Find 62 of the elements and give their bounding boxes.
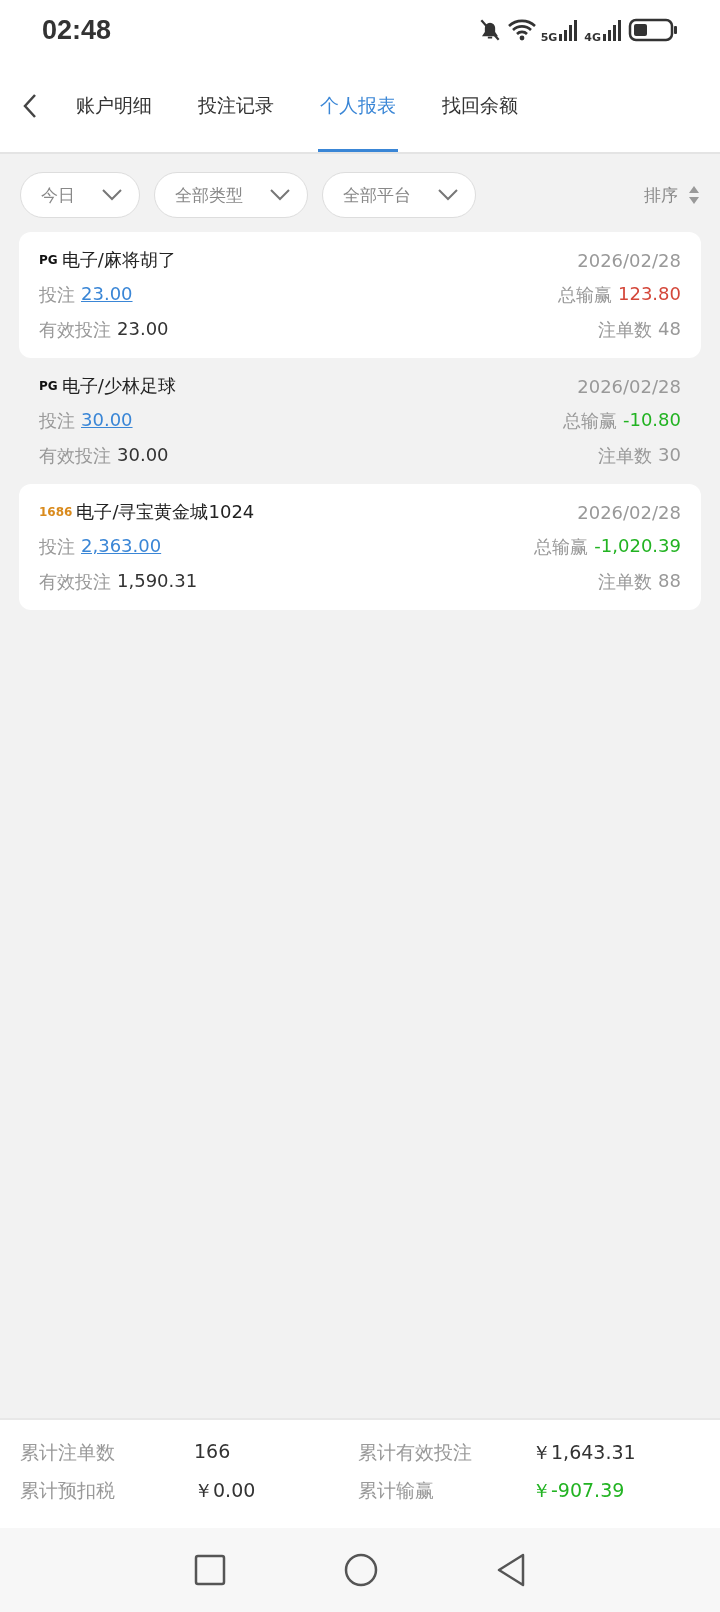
filter-dropdown[interactable]: 全部类型 (154, 172, 308, 218)
winloss-amount: -1,020.39 (594, 535, 681, 558)
bet-label: 投注 (39, 283, 75, 307)
tab[interactable]: 账户明细 (74, 60, 154, 152)
network-label: 4G (584, 30, 601, 44)
wifi-icon (506, 18, 537, 42)
sort-icon (688, 185, 700, 205)
summary-label: 累计预扣税 (20, 1478, 116, 1503)
sort-button[interactable]: 排序 (644, 183, 700, 207)
valid-bet-label: 有效投注 (39, 444, 111, 468)
game-title: 电子/寻宝黄金城1024 (76, 500, 255, 524)
filter-dropdown[interactable]: 今日 (20, 172, 140, 218)
summary-label: 累计输赢 (358, 1478, 435, 1503)
winloss-label: 总输赢 (562, 409, 617, 433)
signal-icon (602, 18, 624, 42)
network-label: 5G (540, 30, 558, 44)
winloss-label: 总输赢 (534, 535, 589, 559)
home-nav-icon[interactable] (344, 1553, 378, 1587)
status-time: 02:48 (42, 14, 112, 46)
square-nav-icon[interactable] (194, 1554, 226, 1586)
winloss-amount: 123.80 (618, 283, 681, 306)
valid-bet-label: 有效投注 (39, 318, 111, 342)
summary-label: 累计有效投注 (358, 1440, 473, 1465)
bet-count: 48 (658, 318, 681, 341)
chevron-down-icon (437, 188, 459, 202)
bet-label: 投注 (39, 535, 75, 559)
platform-logo: 1686 (39, 505, 73, 519)
game-title: 电子/麻将胡了 (61, 248, 176, 272)
bet-label: 投注 (39, 409, 75, 433)
platform-logo: PG (39, 379, 58, 393)
winloss-label: 总输赢 (558, 283, 612, 307)
summary-label: 累计注单数 (20, 1440, 116, 1465)
platform-logo: PG (39, 253, 58, 267)
bet-count: 30 (658, 444, 681, 467)
valid-bet-label: 有效投注 (39, 570, 111, 594)
record-date: 2026/02/28 (577, 501, 681, 523)
bet-count-label: 注单数 (598, 318, 653, 342)
winloss-amount: -10.80 (622, 409, 681, 432)
valid-bet-amount: 30.00 (117, 444, 169, 467)
summary-value: ￥1,643.31 (532, 1440, 636, 1465)
chevron-down-icon (101, 188, 123, 202)
bet-count-label: 注单数 (598, 570, 653, 594)
record-date: 2026/02/28 (577, 249, 681, 271)
battery-icon (628, 17, 678, 43)
bet-amount-link[interactable]: 2,363.00 (81, 535, 162, 559)
valid-bet-amount: 1,590.31 (117, 570, 198, 593)
summary-value: 166 (194, 1440, 231, 1464)
summary-value: ￥0.00 (194, 1478, 256, 1503)
bet-count-label: 注单数 (598, 444, 653, 468)
tab[interactable]: 个人报表 (318, 60, 398, 152)
filter-dropdown[interactable]: 全部平台 (322, 172, 476, 218)
summary-value: ￥-907.39 (532, 1478, 625, 1503)
tab[interactable]: 找回余额 (440, 60, 520, 152)
tab[interactable]: 投注记录 (196, 60, 276, 152)
back-nav-icon[interactable] (496, 1553, 526, 1587)
record-date: 2026/02/28 (577, 375, 681, 397)
bet-amount-link[interactable]: 30.00 (81, 409, 133, 433)
chevron-down-icon (269, 188, 291, 202)
game-title: 电子/少林足球 (61, 374, 176, 398)
valid-bet-amount: 23.00 (117, 318, 169, 341)
bet-amount-link[interactable]: 23.00 (81, 283, 133, 307)
bet-count: 88 (658, 570, 681, 593)
